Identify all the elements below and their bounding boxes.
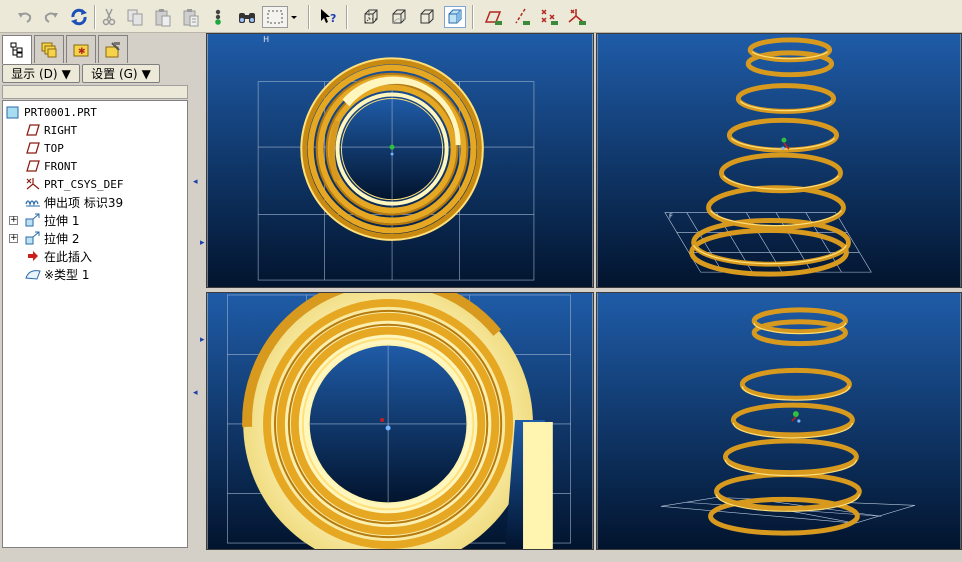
navigator-panel: ✱ 显示 (D) ▼ 设置 (G) ▼ PRT0001.PRT RIGHT TO… bbox=[0, 33, 192, 562]
svg-text:H: H bbox=[263, 35, 269, 44]
tree-item-label: TOP bbox=[44, 141, 64, 155]
viewport-front[interactable]: H bbox=[206, 33, 594, 288]
insert-here-icon bbox=[25, 249, 41, 263]
layers-tab[interactable] bbox=[34, 35, 64, 63]
svg-text:?: ? bbox=[330, 12, 336, 25]
regenerate-icon[interactable] bbox=[68, 6, 90, 28]
undo-icon[interactable] bbox=[14, 6, 36, 28]
dropdown-arrow-icon[interactable] bbox=[288, 6, 300, 28]
datum-plane-icon bbox=[25, 159, 41, 173]
navigator-tabs: ✱ bbox=[2, 35, 188, 64]
tools-tab[interactable] bbox=[98, 35, 128, 63]
redo-icon[interactable] bbox=[40, 6, 62, 28]
tree-item-label: 拉伸 1 bbox=[44, 213, 80, 228]
datum-points-icon[interactable] bbox=[538, 6, 560, 28]
settings-menu-button[interactable]: 设置 (G) ▼ bbox=[82, 64, 160, 83]
tree-item-label: ※类型 1 bbox=[44, 267, 90, 282]
view-wireframe-icon[interactable] bbox=[360, 6, 382, 28]
tree-item-protrusion[interactable]: 伸出项 标识39 bbox=[25, 193, 123, 211]
datum-axes-icon[interactable] bbox=[510, 6, 532, 28]
paste-icon[interactable] bbox=[152, 6, 174, 28]
csys-icon bbox=[25, 177, 41, 191]
navigator-menu: 显示 (D) ▼ 设置 (G) ▼ bbox=[2, 64, 188, 84]
datum-planes-icon[interactable] bbox=[482, 6, 504, 28]
status-strip bbox=[206, 552, 962, 562]
tree-item-part[interactable]: PRT0001.PRT bbox=[5, 103, 97, 121]
coordinate-systems-icon[interactable] bbox=[566, 6, 588, 28]
tree-item-top[interactable]: TOP bbox=[25, 139, 64, 157]
tree-item-front[interactable]: FRONT bbox=[25, 157, 77, 175]
expand-icon[interactable]: + bbox=[9, 216, 18, 225]
tree-item-right[interactable]: RIGHT bbox=[25, 121, 77, 139]
tree-item-label: PRT_CSYS_DEF bbox=[44, 177, 124, 191]
view-shaded-icon[interactable] bbox=[444, 6, 466, 28]
tree-item-label: 在此插入 bbox=[44, 249, 93, 264]
tree-item-label: 拉伸 2 bbox=[44, 231, 80, 246]
datum-plane-icon bbox=[25, 123, 41, 137]
tree-item-label: FRONT bbox=[44, 159, 78, 173]
toolbar-separator bbox=[308, 5, 310, 29]
chevron-down-icon: ▼ bbox=[61, 66, 71, 81]
svg-text:F: F bbox=[669, 213, 673, 221]
favorites-tab[interactable]: ✱ bbox=[66, 35, 96, 63]
traffic-light-icon[interactable] bbox=[207, 6, 229, 28]
feature-type-icon bbox=[25, 267, 41, 281]
main-toolbar: ? bbox=[0, 0, 962, 33]
binoculars-icon[interactable] bbox=[236, 6, 258, 28]
model-tree: PRT0001.PRT RIGHT TOP FRONT PRT_CSYS_DEF… bbox=[2, 100, 188, 548]
tree-column-header bbox=[2, 85, 188, 99]
cut-icon[interactable] bbox=[98, 6, 120, 28]
extrude-icon bbox=[25, 213, 41, 227]
toolbar-separator bbox=[94, 5, 96, 29]
tree-item-label: RIGHT bbox=[44, 123, 78, 137]
copy-icon[interactable] bbox=[124, 6, 146, 28]
chevron-down-icon: ▼ bbox=[141, 66, 151, 81]
collapse-arrow-icon[interactable]: ◂ bbox=[193, 388, 201, 398]
show-menu-label: 显示 (D) bbox=[11, 67, 58, 81]
tree-item-csys[interactable]: PRT_CSYS_DEF bbox=[25, 175, 123, 193]
select-box-icon[interactable] bbox=[262, 6, 288, 28]
tree-item-extrude-1[interactable]: 拉伸 1 bbox=[25, 211, 79, 229]
tree-item-extrude-2[interactable]: 拉伸 2 bbox=[25, 229, 79, 247]
viewport-isometric-bottom[interactable] bbox=[596, 292, 962, 550]
settings-menu-label: 设置 (G) bbox=[91, 67, 138, 81]
expand-icon[interactable]: + bbox=[9, 234, 18, 243]
model-tree-tab[interactable] bbox=[2, 35, 32, 64]
toolbar-separator bbox=[472, 5, 474, 29]
collapse-arrow-icon[interactable]: ◂ bbox=[193, 177, 201, 187]
part-icon bbox=[5, 105, 21, 119]
svg-text:✱: ✱ bbox=[78, 47, 86, 57]
viewport-top[interactable] bbox=[206, 292, 594, 550]
view-hidden-line-icon[interactable] bbox=[388, 6, 410, 28]
tree-item-type[interactable]: ※类型 1 bbox=[25, 265, 90, 283]
viewport-isometric-top[interactable]: F bbox=[596, 33, 962, 288]
extrude-icon bbox=[25, 231, 41, 245]
datum-plane-icon bbox=[25, 141, 41, 155]
paste-special-icon[interactable] bbox=[180, 6, 202, 28]
protrusion-icon bbox=[25, 195, 41, 209]
panel-splitter[interactable] bbox=[192, 33, 206, 562]
toolbar-separator bbox=[346, 5, 348, 29]
tree-item-label: 伸出项 标识39 bbox=[44, 195, 124, 210]
context-help-icon[interactable]: ? bbox=[318, 6, 340, 28]
tree-item-insert-here[interactable]: 在此插入 bbox=[25, 247, 92, 265]
tree-item-label: PRT0001.PRT bbox=[24, 105, 97, 119]
view-no-hidden-icon[interactable] bbox=[416, 6, 438, 28]
show-menu-button[interactable]: 显示 (D) ▼ bbox=[2, 64, 80, 83]
